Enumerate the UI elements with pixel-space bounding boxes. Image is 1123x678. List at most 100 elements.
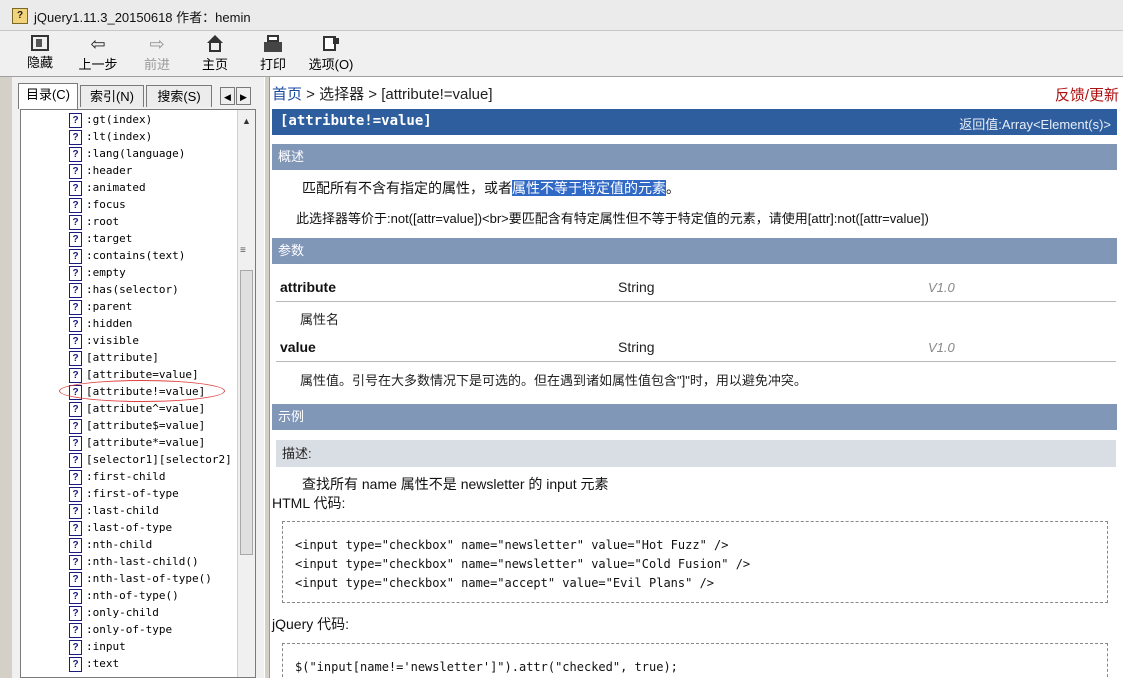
tree-item[interactable]: ? :nth-of-type()	[69, 587, 179, 604]
navigation-pane: 目录(C) 索引(N) 搜索(S) ◀ ▶ ?:gt(index)?:lt(in…	[12, 77, 264, 678]
nav-tabs: 目录(C) 索引(N) 搜索(S) ◀ ▶	[12, 83, 264, 109]
breadcrumb: 首页 > 选择器 > [attribute!=value]	[272, 83, 493, 104]
tree-item[interactable]: ? :visible	[69, 332, 139, 349]
tree-item-label: [attribute!=value]	[86, 385, 206, 398]
forward-button[interactable]: ⇨ 前进	[131, 35, 183, 73]
tree-item[interactable]: ?:empty	[69, 264, 126, 281]
tree-item[interactable]: ? :animated	[69, 179, 146, 196]
help-topic-icon: ?	[69, 520, 82, 536]
tree-item[interactable]: ?:text	[69, 655, 119, 672]
tab-index[interactable]: 索引(N)	[80, 85, 144, 107]
tree-scrollbar[interactable]: ▲ ≡	[237, 110, 255, 677]
code-line: <input type="checkbox" name="newsletter"…	[295, 538, 729, 552]
print-button[interactable]: 打印	[247, 35, 299, 73]
tree-item-label: :text	[86, 657, 120, 670]
hide-button-label: 隐藏	[26, 55, 53, 70]
tab-scroll-right-icon[interactable]: ▶	[236, 87, 251, 105]
tree-item[interactable]: ?:parent	[69, 298, 132, 315]
help-topic-icon: ?	[69, 180, 82, 196]
tree-item-label: :last-child	[86, 504, 159, 517]
tree-item-label: :contains(text)	[86, 249, 186, 262]
tree-item[interactable]: ?:gt(index)	[69, 111, 152, 128]
tree-item[interactable]: ?:hidden	[69, 315, 132, 332]
tree-item[interactable]: ?:target	[69, 230, 132, 247]
param-row: attribute String V1.0	[276, 273, 1116, 302]
tree-item-label: :only-of-type	[86, 623, 173, 636]
tree-item-label: :nth-of-type()	[86, 589, 179, 602]
tree-item[interactable]: ?:lang(language)	[69, 145, 185, 162]
tree-item[interactable]: ? :only-child	[69, 604, 159, 621]
tree-item[interactable]: ? :nth-last-of-type()	[69, 570, 212, 587]
back-button[interactable]: ⇦ 上一步	[72, 35, 124, 73]
help-topic-icon: ?	[69, 503, 82, 519]
help-topic-icon: ?	[69, 282, 82, 298]
tab-scroll-left-icon[interactable]: ◀	[220, 87, 235, 105]
tree-item[interactable]: ?:input	[69, 638, 126, 655]
tree-item[interactable]: ? :nth-child	[69, 536, 152, 553]
tree-item-label: :nth-last-child()	[86, 555, 199, 568]
example-desc-heading: 描述:	[276, 440, 1116, 467]
tree-item[interactable]: ? :contains(text)	[69, 247, 185, 264]
html-code-label: HTML 代码:	[272, 495, 346, 511]
help-topic-icon: ?	[69, 537, 82, 553]
tree-item[interactable]: ?:lt(index)	[69, 128, 152, 145]
tree-item[interactable]: ?:first-child	[69, 468, 165, 485]
tree-item-label: :nth-last-of-type()	[86, 572, 212, 585]
help-topic-icon: ?	[69, 418, 82, 434]
tree-item-label: :animated	[86, 181, 146, 194]
hide-button[interactable]: 隐藏	[14, 35, 66, 73]
help-topic-icon: ?	[69, 588, 82, 604]
tab-contents[interactable]: 目录(C)	[18, 83, 78, 109]
tree-item-label: :hidden	[86, 317, 133, 330]
tree-item[interactable]: ?:focus	[69, 196, 126, 213]
help-topic-icon: ?	[69, 248, 82, 264]
tree-item[interactable]: ? [attribute^=value]	[69, 400, 205, 417]
tree-item[interactable]: ? [attribute]	[69, 349, 159, 366]
tree-item-label: :root	[86, 215, 120, 228]
tree-item[interactable]: ? [attribute$=value]	[69, 417, 205, 434]
tree-item-label: :visible	[86, 334, 139, 347]
options-button[interactable]: 选项(O)	[305, 35, 357, 73]
tree-item[interactable]: ?:only-of-type	[69, 621, 172, 638]
home-button[interactable]: 主页	[189, 35, 241, 73]
tree-item-label: [attribute*=value]	[86, 436, 206, 449]
tree-item-label: :lt(index)	[86, 130, 153, 143]
tree-item[interactable]: ?:first-of-type	[69, 485, 179, 502]
tree-item[interactable]: ? :last-child	[69, 502, 159, 519]
tree-item[interactable]: ?:has(selector)	[69, 281, 179, 298]
tree-item[interactable]: ? [attribute=value]	[69, 366, 199, 383]
feedback-link[interactable]: 反馈/更新	[1055, 84, 1119, 105]
param-version: V1.0	[928, 280, 955, 295]
topic-title: [attribute!=value]	[280, 113, 432, 129]
tree-item[interactable]: ? [selector1][selector2]	[69, 451, 232, 468]
breadcrumb-home-link[interactable]: 首页	[272, 86, 302, 103]
help-topic-icon: ?	[69, 299, 82, 315]
help-topic-icon: ?	[69, 639, 82, 655]
help-topic-icon: ?	[69, 554, 82, 570]
scroll-grip-icon: ≡	[240, 245, 246, 256]
print-icon	[263, 35, 283, 53]
tree-item-label: :gt(index)	[86, 113, 153, 126]
toolbar: 隐藏 ⇦ 上一步 ⇨ 前进 主页 打印 选项(O)	[0, 31, 1123, 77]
tree-item-label: :only-child	[86, 606, 159, 619]
tree-item-label: :nth-child	[86, 538, 153, 551]
scroll-thumb[interactable]	[240, 270, 253, 555]
help-topic-icon: ?	[69, 384, 82, 400]
tree-item[interactable]: ? [attribute!=value]	[69, 383, 205, 400]
tab-search[interactable]: 搜索(S)	[146, 85, 212, 107]
help-topic-icon: ?	[69, 605, 82, 621]
overview-line-2: 此选择器等价于:not([attr=value])<br>要匹配含有特定属性但不…	[296, 211, 929, 226]
tree-item[interactable]: ? :nth-last-child()	[69, 553, 199, 570]
help-topic-icon: ?	[69, 571, 82, 587]
help-topic-icon: ?	[69, 333, 82, 349]
forward-button-label: 前进	[143, 57, 170, 72]
tree-item[interactable]: ?:header	[69, 162, 132, 179]
forward-arrow-icon: ⇨	[149, 34, 165, 54]
tree-item[interactable]: ? [attribute*=value]	[69, 434, 205, 451]
title-bar: ? jQuery1.11.3_20150618 作者：hemin	[0, 0, 1123, 31]
scroll-up-icon[interactable]: ▲	[242, 116, 251, 126]
tree-item-label: :first-child	[86, 470, 166, 483]
tree-item[interactable]: ?:root	[69, 213, 119, 230]
hide-icon	[31, 35, 49, 51]
tree-item[interactable]: ?:last-of-type	[69, 519, 172, 536]
